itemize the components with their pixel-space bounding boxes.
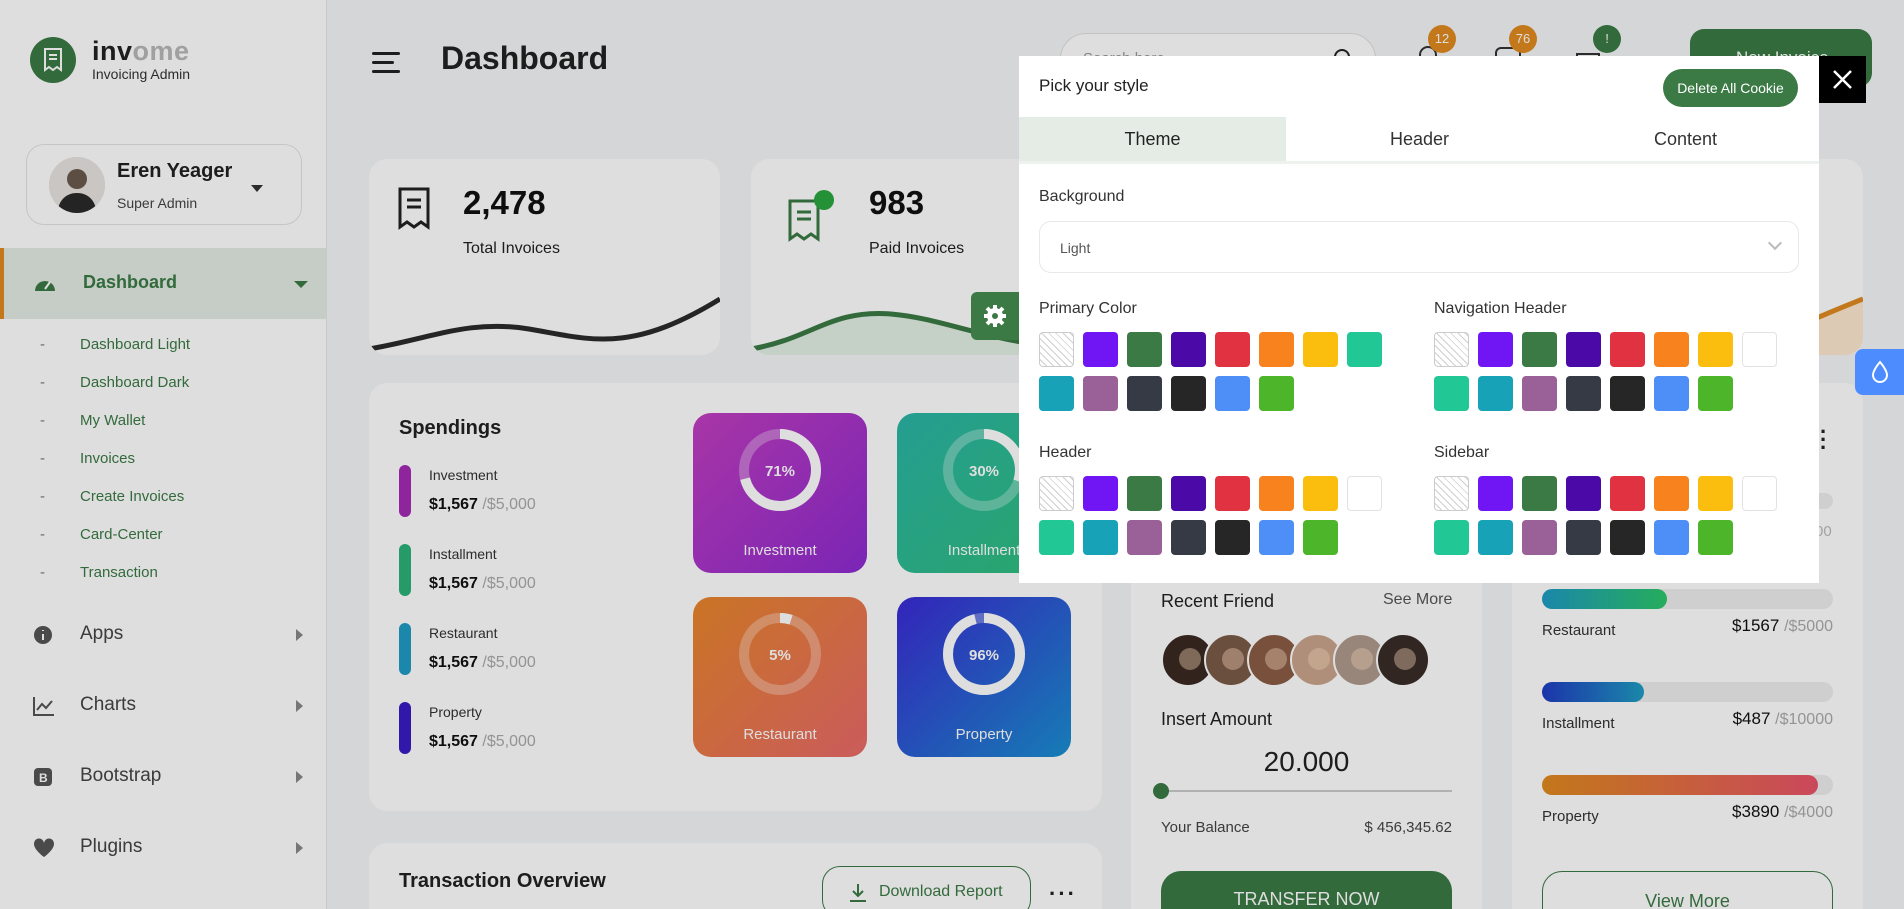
color-swatch[interactable] [1478,332,1513,367]
color-swatch[interactable] [1171,520,1206,555]
color-swatch[interactable] [1434,332,1469,367]
color-swatch[interactable] [1566,332,1601,367]
background-select[interactable]: Light [1039,221,1799,273]
color-swatch[interactable] [1654,376,1689,411]
color-swatch[interactable] [1039,520,1074,555]
color-swatch[interactable] [1742,332,1777,367]
color-swatch[interactable] [1039,476,1074,511]
color-swatch[interactable] [1698,476,1733,511]
color-swatch[interactable] [1215,332,1250,367]
delete-cookie-button[interactable]: Delete All Cookie [1663,69,1798,107]
color-swatch[interactable] [1259,520,1294,555]
color-swatch[interactable] [1215,376,1250,411]
color-swatch[interactable] [1434,476,1469,511]
color-swatch[interactable] [1566,476,1601,511]
color-swatch[interactable] [1698,376,1733,411]
color-swatch[interactable] [1171,476,1206,511]
color-swatch[interactable] [1083,332,1118,367]
color-swatch[interactable] [1566,376,1601,411]
color-swatch[interactable] [1303,332,1338,367]
chevron-down-icon [1767,235,1783,251]
style-panel: Pick your style Delete All Cookie Theme … [1019,56,1819,583]
color-swatch[interactable] [1522,376,1557,411]
color-swatch[interactable] [1610,476,1645,511]
color-drop-icon[interactable] [1855,349,1904,395]
color-swatch[interactable] [1698,332,1733,367]
color-swatch[interactable] [1522,476,1557,511]
color-swatch[interactable] [1083,476,1118,511]
tab-divider [1019,161,1819,164]
color-swatch[interactable] [1083,520,1118,555]
color-swatch[interactable] [1566,520,1601,555]
color-swatch[interactable] [1478,476,1513,511]
background-label: Background [1039,188,1125,205]
color-swatch[interactable] [1522,520,1557,555]
color-swatch[interactable] [1039,376,1074,411]
header-label: Header [1039,444,1092,461]
color-swatch[interactable] [1039,332,1074,367]
color-swatch[interactable] [1127,332,1162,367]
color-swatch[interactable] [1171,376,1206,411]
color-swatch[interactable] [1259,332,1294,367]
color-swatch[interactable] [1478,520,1513,555]
color-swatch[interactable] [1127,476,1162,511]
color-swatch[interactable] [1654,332,1689,367]
color-swatch[interactable] [1654,520,1689,555]
close-icon[interactable] [1819,56,1866,103]
panel-title: Pick your style [1039,76,1149,95]
color-swatch[interactable] [1347,332,1382,367]
color-swatch[interactable] [1127,520,1162,555]
color-swatch[interactable] [1215,520,1250,555]
color-swatch[interactable] [1610,376,1645,411]
color-swatch[interactable] [1522,332,1557,367]
color-swatch[interactable] [1698,520,1733,555]
color-swatch[interactable] [1478,376,1513,411]
color-swatch[interactable] [1215,476,1250,511]
primary-color-label: Primary Color [1039,300,1137,317]
color-swatch[interactable] [1303,520,1338,555]
nav-header-label: Navigation Header [1434,300,1567,317]
settings-gear-icon[interactable] [971,292,1019,340]
color-swatch[interactable] [1610,332,1645,367]
tab-content[interactable]: Content [1552,117,1819,161]
tab-theme[interactable]: Theme [1019,117,1286,161]
sidebar-label: Sidebar [1434,444,1490,461]
color-swatch[interactable] [1171,332,1206,367]
color-swatch[interactable] [1742,476,1777,511]
tab-header[interactable]: Header [1286,117,1553,161]
color-swatch[interactable] [1259,476,1294,511]
color-swatch[interactable] [1434,520,1469,555]
color-swatch[interactable] [1127,376,1162,411]
color-swatch[interactable] [1610,520,1645,555]
color-swatch[interactable] [1083,376,1118,411]
color-swatch[interactable] [1434,376,1469,411]
color-swatch[interactable] [1654,476,1689,511]
color-swatch[interactable] [1259,376,1294,411]
color-swatch[interactable] [1347,476,1382,511]
color-swatch[interactable] [1303,476,1338,511]
